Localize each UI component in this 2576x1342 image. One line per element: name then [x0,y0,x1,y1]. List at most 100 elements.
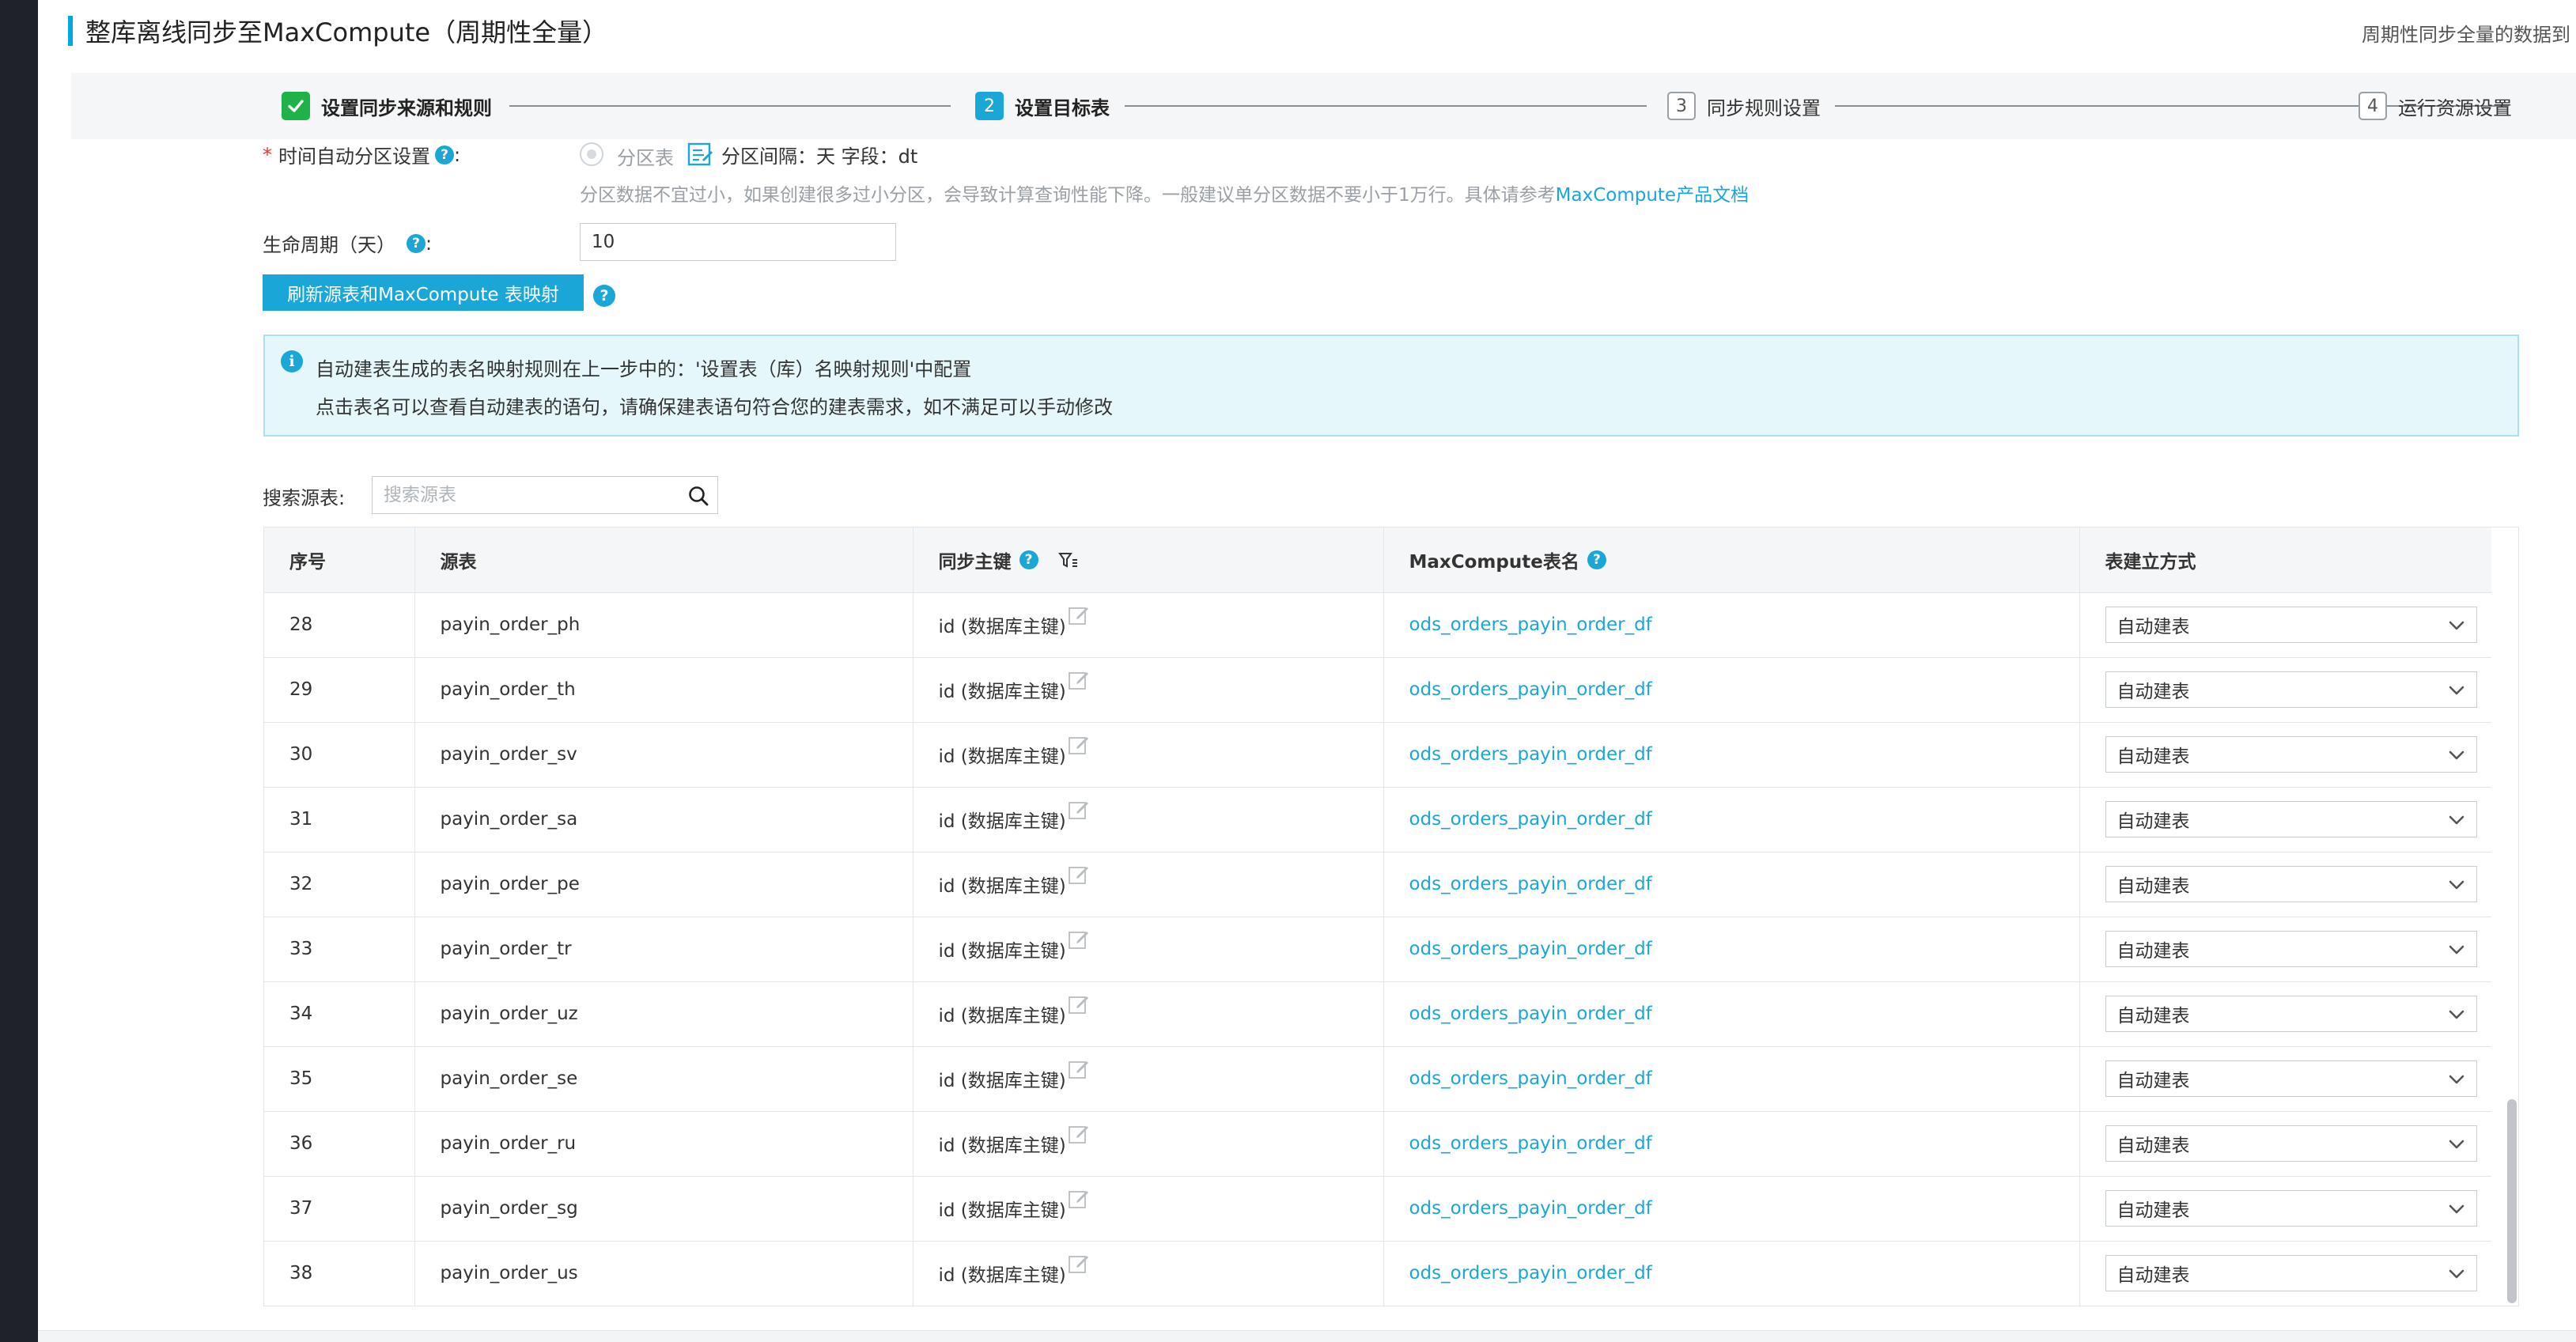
edit-icon[interactable] [1068,668,1090,690]
edit-icon[interactable] [1068,1252,1090,1274]
edit-icon[interactable] [1068,992,1090,1015]
help-icon[interactable]: ? [593,285,615,307]
help-icon[interactable]: ? [1019,550,1038,569]
edit-icon[interactable] [1068,928,1090,950]
table-scrollbar-thumb[interactable] [2507,1099,2517,1303]
label-colon: : [454,143,461,166]
edit-icon[interactable] [1068,1187,1090,1209]
source-table-name: payin_order_tr [440,939,572,959]
edit-icon[interactable] [1068,733,1090,755]
step-number: 2 [975,92,1004,120]
cell-index: 28 [264,592,415,658]
maxcompute-table-link[interactable]: ods_orders_payin_order_df [1409,744,1652,765]
chevron-down-icon [2448,942,2465,958]
maxcompute-doc-link[interactable]: MaxCompute产品文档 [1556,185,1749,206]
maxcompute-table-link[interactable]: ods_orders_payin_order_df [1409,1068,1652,1089]
maxcompute-table-link[interactable]: ods_orders_payin_order_df [1409,1263,1652,1283]
partition-tip: 分区数据不宜过小，如果创建很多过小分区，会导致计算查询性能下降。一般建议单分区数… [580,180,1749,206]
step-run-resources[interactable]: 4 运行资源设置 [2358,90,2512,122]
table-mapping: 序号 源表 同步主键 ? MaxCompute表名 ? 表建立方式 28 pay… [263,527,2519,1306]
cell-target: ods_orders_payin_order_df [1383,981,2080,1047]
source-table-name: payin_order_ru [440,1133,577,1154]
edit-icon[interactable] [1068,863,1090,885]
maxcompute-table-link[interactable]: ods_orders_payin_order_df [1409,614,1652,635]
step-target-table[interactable]: 2 设置目标表 [975,90,1110,122]
step-label: 同步规则设置 [1707,96,1821,119]
maxcompute-table-link[interactable]: ods_orders_payin_order_df [1409,809,1652,830]
row-index: 31 [289,809,313,830]
search-icon[interactable] [687,485,709,507]
cell-pk: id (数据库主键) [913,787,1384,852]
lifecycle-input[interactable] [580,223,896,261]
cell-mode: 自动建表 [2079,1046,2491,1112]
maxcompute-table-link[interactable]: ods_orders_payin_order_df [1409,939,1652,959]
app-left-rail [0,0,38,1342]
maxcompute-table-link[interactable]: ods_orders_payin_order_df [1409,874,1652,894]
column-header-target: MaxCompute表名 ? [1383,527,2080,593]
chevron-down-icon [2448,1007,2465,1023]
info-icon: i [281,350,303,372]
cell-mode: 自动建表 [2079,981,2491,1047]
table-creation-mode-select[interactable]: 自动建表 [2105,996,2477,1032]
search-box [372,476,718,514]
cell-target: ods_orders_payin_order_df [1383,852,2080,917]
table-creation-mode-select[interactable]: 自动建表 [2105,671,2477,708]
help-icon[interactable]: ? [407,233,426,253]
table-header-row: 序号 源表 同步主键 ? MaxCompute表名 ? 表建立方式 [264,527,2491,593]
cell-target: ods_orders_payin_order_df [1383,787,2080,852]
edit-icon[interactable] [1068,798,1090,820]
maxcompute-table-link[interactable]: ods_orders_payin_order_df [1409,1198,1652,1219]
chevron-down-icon [2448,877,2465,893]
table-creation-mode-select[interactable]: 自动建表 [2105,1190,2477,1227]
select-value: 自动建表 [2116,1136,2190,1156]
cell-pk: id (数据库主键) [913,592,1384,658]
maxcompute-table-link[interactable]: ods_orders_payin_order_df [1409,1004,1652,1024]
table-creation-mode-select[interactable]: 自动建表 [2105,1255,2477,1291]
edit-icon[interactable] [1068,1057,1090,1079]
maxcompute-table-link[interactable]: ods_orders_payin_order_df [1409,679,1652,700]
cell-mode: 自动建表 [2079,592,2491,658]
partition-tip-text: 分区数据不宜过小，如果创建很多过小分区，会导致计算查询性能下降。一般建议单分区数… [580,185,1556,206]
cell-mode: 自动建表 [2079,1176,2491,1242]
refresh-mapping-button[interactable]: 刷新源表和MaxCompute 表映射 [263,274,584,311]
alert-line-1: 自动建表生成的表名映射规则在上一步中的：'设置表（库）名映射规则'中配置 [316,358,972,380]
help-icon[interactable]: ? [1587,550,1606,569]
table-row: 38 payin_order_us id (数据库主键) ods_orders_pay… [264,1241,2491,1306]
cell-pk: id (数据库主键) [913,981,1384,1047]
cell-pk: id (数据库主键) [913,1046,1384,1112]
step-source-rules[interactable]: 设置同步来源和规则 [282,90,492,122]
search-input[interactable] [373,477,695,513]
primary-key-text: id (数据库主键) [938,1071,1066,1091]
column-header-source: 源表 [414,527,914,593]
cell-source: payin_order_uz [414,981,914,1047]
step-sync-rules[interactable]: 3 同步规则设置 [1667,90,1821,122]
primary-key-text: id (数据库主键) [938,617,1066,637]
row-index: 32 [289,874,313,894]
mapping-table: 序号 源表 同步主键 ? MaxCompute表名 ? 表建立方式 28 pay… [264,527,2491,1306]
table-creation-mode-select[interactable]: 自动建表 [2105,1060,2477,1097]
select-value: 自动建表 [2116,747,2190,767]
cell-index: 34 [264,981,415,1047]
table-creation-mode-select[interactable]: 自动建表 [2105,801,2477,837]
column-header-label: MaxCompute表名 [1409,551,1579,573]
wizard-steps: 设置同步来源和规则 2 设置目标表 3 同步规则设置 4 运行资源设置 [71,73,2576,139]
edit-icon[interactable] [687,140,713,167]
edit-icon[interactable] [1068,1122,1090,1144]
table-row: 31 payin_order_sa id (数据库主键) ods_orders_pay… [264,787,2491,852]
cell-mode: 自动建表 [2079,917,2491,982]
edit-icon[interactable] [1068,603,1090,626]
maxcompute-table-link[interactable]: ods_orders_payin_order_df [1409,1133,1652,1154]
table-creation-mode-select[interactable]: 自动建表 [2105,607,2477,643]
table-row: 28 payin_order_ph id (数据库主键) ods_orders_pay… [264,592,2491,658]
table-creation-mode-select[interactable]: 自动建表 [2105,931,2477,967]
cell-target: ods_orders_payin_order_df [1383,722,2080,788]
footer-bar [38,1330,2576,1342]
filter-icon[interactable] [1057,550,1078,570]
help-icon[interactable]: ? [435,145,454,164]
table-creation-mode-select[interactable]: 自动建表 [2105,866,2477,902]
table-creation-mode-select[interactable]: 自动建表 [2105,736,2477,773]
table-creation-mode-select[interactable]: 自动建表 [2105,1125,2477,1162]
partition-table-radio[interactable] [580,142,603,166]
cell-index: 33 [264,917,415,982]
select-value: 自动建表 [2116,1006,2190,1026]
